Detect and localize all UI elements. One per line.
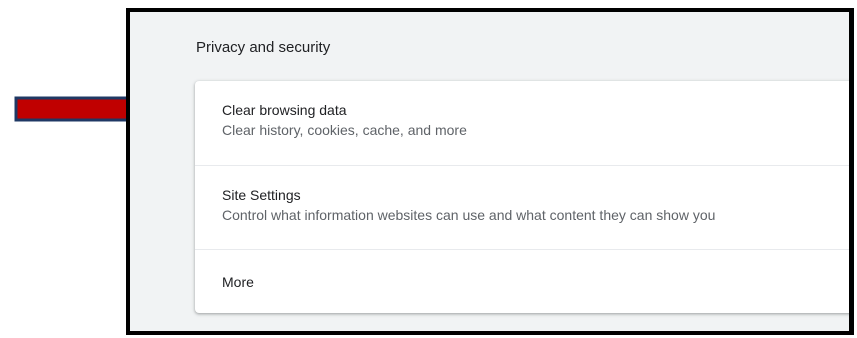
item-label: Clear browsing data (222, 102, 347, 118)
clear-browsing-data-item[interactable]: Clear browsing data Clear history, cooki… (195, 81, 849, 165)
screenshot-frame: Privacy and security Clear browsing data… (126, 8, 854, 335)
item-description: Control what information websites can us… (222, 207, 716, 223)
section-title: Privacy and security (196, 39, 331, 56)
more-item[interactable]: More (195, 249, 849, 313)
item-label: Site Settings (222, 187, 301, 203)
privacy-settings-card: Clear browsing data Clear history, cooki… (195, 81, 849, 313)
item-label: More (222, 274, 254, 290)
item-description: Clear history, cookies, cache, and more (222, 122, 467, 138)
screenshot-stage: Privacy and security Clear browsing data… (0, 0, 857, 338)
site-settings-item[interactable]: Site Settings Control what information w… (195, 165, 849, 249)
